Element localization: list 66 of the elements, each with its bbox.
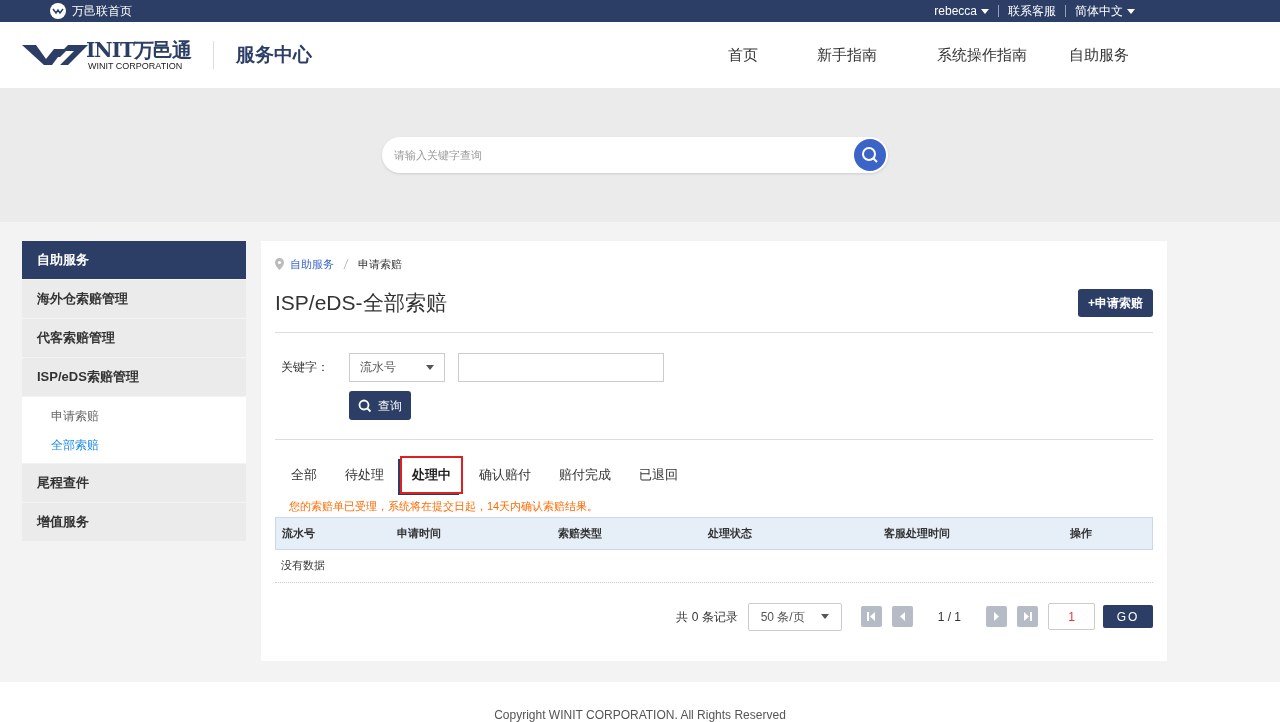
empty-table-text: 没有数据 xyxy=(281,558,325,574)
total-records: 共 0 条记录 xyxy=(676,608,738,626)
logo-subtext: WINIT CORPORATION xyxy=(87,61,184,71)
user-menu[interactable]: rebecca xyxy=(934,2,989,20)
next-page-icon xyxy=(992,612,1001,621)
previous-page-icon xyxy=(897,612,907,621)
caret-icon xyxy=(1127,8,1135,14)
notice-text: 您的索赔单已受理，系统将在提交日起，14天内确认索赔结果。 xyxy=(288,499,600,514)
location-pin-icon xyxy=(275,258,284,270)
tab[interactable]: 已退回 xyxy=(627,456,690,494)
first-page-button[interactable] xyxy=(860,606,882,627)
logo-icon xyxy=(50,3,66,19)
logo-text: INIT万邑通 xyxy=(86,39,191,61)
search-input[interactable]: 请输入关键字查询 xyxy=(394,146,854,164)
first-page-icon xyxy=(866,612,876,621)
page-title: ISP/eDS-全部索赔 xyxy=(275,289,447,316)
breadcrumb-item: 申请索赔 xyxy=(358,256,402,272)
sidebar-item[interactable]: 代客索赔管理 xyxy=(22,319,246,357)
sidebar-item[interactable]: ISP/eDS索赔管理 xyxy=(22,358,246,396)
go-button[interactable]: GO xyxy=(1103,605,1153,628)
search-button[interactable]: 查询 xyxy=(349,391,411,420)
column-header: 索赔类型 xyxy=(558,525,603,541)
sidebar-item[interactable]: 尾程查件 xyxy=(22,464,246,502)
search-field[interactable]: 请输入关键字查询 xyxy=(382,137,888,173)
previous-page-button[interactable] xyxy=(891,606,913,627)
sidebar-item[interactable]: 海外仓索赔管理 xyxy=(22,280,246,318)
sidebar-item[interactable]: 增值服务 xyxy=(22,503,246,541)
column-header: 处理状态 xyxy=(708,525,753,541)
tab[interactable]: 全部 xyxy=(279,456,329,494)
caret-icon xyxy=(981,8,989,14)
caret-icon xyxy=(426,364,434,370)
nav-link[interactable]: 首页 xyxy=(698,43,788,67)
page-size-select[interactable]: 50 条/页 xyxy=(747,602,842,631)
copyright-text: Copyright WINIT CORPORATION. All Rights Reserved xyxy=(494,708,786,722)
nav-link[interactable]: 新手指南 xyxy=(788,43,906,67)
site-title: 服务中心 xyxy=(235,42,312,67)
nav-link[interactable]: 系统操作指南 xyxy=(906,43,1058,67)
home-link[interactable]: 万邑联首页 xyxy=(50,2,132,20)
page-number-input[interactable]: 1 xyxy=(1048,603,1095,630)
next-page-button[interactable] xyxy=(986,606,1007,627)
logo-mark-icon xyxy=(22,43,88,67)
tab[interactable]: 处理中 xyxy=(400,456,463,494)
search-icon xyxy=(358,398,372,413)
last-page-icon xyxy=(1023,612,1032,621)
tab[interactable]: 赔付完成 xyxy=(547,456,623,494)
search-icon[interactable] xyxy=(854,139,886,171)
keyword-input[interactable] xyxy=(458,352,664,382)
caret-icon xyxy=(820,614,829,619)
breadcrumb-item[interactable]: 自助服务 xyxy=(290,255,334,273)
keyword-type-select[interactable]: 流水号 xyxy=(349,352,445,382)
tab[interactable]: 确认赔付 xyxy=(467,456,543,494)
nav-link[interactable]: 自助服务 xyxy=(1058,43,1140,67)
column-header: 操作 xyxy=(1070,525,1093,541)
contact-link[interactable]: 联系客服 xyxy=(1008,2,1056,20)
new-claim-button[interactable]: +申请索赔 xyxy=(1078,288,1153,317)
language-menu[interactable]: 简体中文 xyxy=(1075,2,1135,20)
last-page-button[interactable] xyxy=(1017,606,1038,627)
sidebar-subitem[interactable]: 申请索赔 xyxy=(22,401,246,430)
sidebar-header: 自助服务 xyxy=(22,241,246,279)
tab[interactable]: 待处理 xyxy=(333,456,396,494)
filter-label: 关键字： xyxy=(281,359,330,376)
column-header: 客服处理时间 xyxy=(884,525,951,541)
page-info: 1 / 1 xyxy=(937,608,961,626)
column-header: 申请时间 xyxy=(397,525,442,541)
sidebar-subitem[interactable]: 全部索赔 xyxy=(22,430,246,459)
column-header: 流水号 xyxy=(282,525,316,541)
